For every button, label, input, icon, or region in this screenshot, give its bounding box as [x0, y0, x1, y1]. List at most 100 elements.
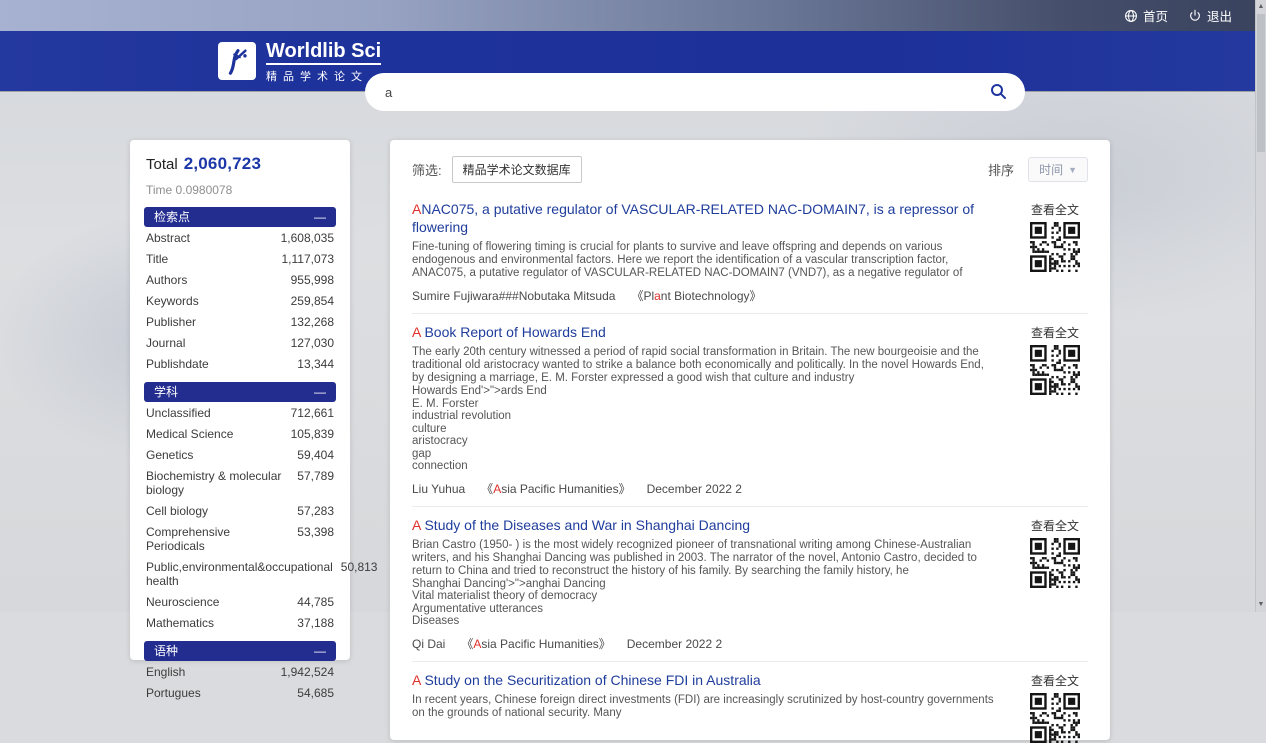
database-filter-chip[interactable]: 精品学术论文数据库: [452, 156, 582, 183]
text-segment: December 2022 2: [627, 637, 722, 651]
total-value: 2,060,723: [184, 154, 261, 173]
fulltext-box: 查看全文: [1024, 517, 1086, 588]
result-extra-lines: Howards End'>">ards EndE. M. Forsterindu…: [412, 385, 998, 473]
facet-section-header[interactable]: 语种 —: [144, 641, 336, 661]
result-keyword-line: Vital materialist theory of democracy: [412, 590, 998, 603]
brand-subtitle: 精品学术论文: [266, 68, 381, 84]
facet-section-header[interactable]: 检索点 —: [144, 207, 336, 227]
result-title[interactable]: A Book Report of Howards End: [412, 323, 998, 341]
facet-row[interactable]: Keywords 259,854: [144, 290, 336, 311]
facet-row[interactable]: English 1,942,524: [144, 661, 336, 682]
section-title: 学科: [154, 382, 178, 402]
result-snippet: In recent years, Chinese foreign direct …: [412, 694, 998, 720]
facet-label: Public,environmental&occupational health: [146, 560, 333, 588]
text-segment: Sumire Fujiwara###Nobutaka Mitsuda: [412, 289, 615, 303]
facet-label: Abstract: [146, 231, 190, 245]
brand-logo-icon: [218, 42, 256, 80]
highlighted-term: a: [654, 289, 661, 303]
result-meta: Qi Dai《Asia Pacific Humanities》December …: [412, 635, 998, 652]
sort-value: 时间: [1039, 161, 1063, 178]
brand-text: Worldlib Sci 精品学术论文: [266, 40, 381, 84]
result-snippet: Brian Castro (1950- ) is the most widely…: [412, 539, 998, 578]
scrollbar-thumb[interactable]: [1257, 14, 1265, 152]
facet-row[interactable]: Publishdate 13,344: [144, 353, 336, 374]
navbar: Worldlib Sci 精品学术论文: [0, 31, 1256, 91]
result-title[interactable]: A Study on the Securitization of Chinese…: [412, 671, 998, 689]
facet-label: Neuroscience: [146, 595, 219, 609]
fulltext-box: 查看全文: [1024, 201, 1086, 272]
search-input[interactable]: [365, 73, 1025, 111]
text-segment: nt Biotechnology》: [661, 289, 762, 303]
result-title[interactable]: ANAC075, a putative regulator of VASCULA…: [412, 200, 998, 236]
scroll-up-arrow[interactable]: ▲: [1256, 1, 1266, 13]
view-fulltext-link[interactable]: 查看全文: [1024, 324, 1086, 341]
brand[interactable]: Worldlib Sci 精品学术论文: [218, 40, 381, 84]
search-box: [365, 73, 1025, 111]
facet-row[interactable]: Public,environmental&occupational health…: [144, 556, 336, 591]
facet-row[interactable]: Neuroscience 44,785: [144, 591, 336, 612]
facet-row[interactable]: Abstract 1,608,035: [144, 227, 336, 248]
vertical-scrollbar[interactable]: ▲ ▼: [1255, 0, 1266, 612]
sort-dropdown[interactable]: 时间 ▼: [1028, 157, 1088, 182]
facet-count: 54,685: [297, 686, 334, 700]
result-extra-lines: Shanghai Dancing'>">anghai DancingVital …: [412, 578, 998, 628]
meta-group: 《Plant Biotechnology》: [631, 289, 761, 303]
facet-count: 37,188: [297, 616, 334, 630]
facet-label: English: [146, 665, 185, 679]
facet-row[interactable]: Genetics 59,404: [144, 444, 336, 465]
facet-count: 132,268: [291, 315, 334, 329]
result-meta: Sumire Fujiwara###Nobutaka Mitsuda 《Plant…: [412, 287, 998, 304]
scroll-down-arrow[interactable]: ▼: [1256, 599, 1266, 611]
facet-section-header[interactable]: 学科 —: [144, 382, 336, 402]
collapse-minus-icon[interactable]: —: [314, 382, 326, 402]
search-time: Time 0.0980078: [146, 183, 336, 197]
result-item: A Study of the Diseases and War in Shang…: [412, 506, 1088, 661]
facet-label: Medical Science: [146, 427, 233, 441]
facet-row[interactable]: Comprehensive Periodicals 53,398: [144, 521, 336, 556]
facet-row[interactable]: Authors 955,998: [144, 269, 336, 290]
facet-count: 105,839: [291, 427, 334, 441]
home-label: 首页: [1143, 6, 1168, 25]
facet-row[interactable]: Biochemistry & molecular biology 57,789: [144, 465, 336, 500]
facet-row[interactable]: Publisher 132,268: [144, 311, 336, 332]
facet-row[interactable]: Unclassified 712,661: [144, 402, 336, 423]
result-item: A Study on the Securitization of Chinese…: [412, 661, 1088, 729]
facet-label: Keywords: [146, 294, 199, 308]
facet-row[interactable]: Title 1,117,073: [144, 248, 336, 269]
logout-link[interactable]: 退出: [1188, 6, 1232, 25]
chevron-down-icon: ▼: [1068, 165, 1077, 175]
home-link[interactable]: 首页: [1124, 6, 1168, 25]
collapse-minus-icon[interactable]: —: [314, 207, 326, 227]
section-rows: English 1,942,524 Portugues 54,685: [144, 661, 336, 703]
result-keyword-line: Argumentative utterances: [412, 603, 998, 616]
text-segment: Study on the Securitization of Chinese F…: [421, 672, 761, 688]
qr-code: [1030, 222, 1080, 272]
view-fulltext-link[interactable]: 查看全文: [1024, 672, 1086, 689]
collapse-minus-icon[interactable]: —: [314, 641, 326, 661]
view-fulltext-link[interactable]: 查看全文: [1024, 517, 1086, 534]
facet-count: 955,998: [291, 273, 334, 287]
view-fulltext-link[interactable]: 查看全文: [1024, 201, 1086, 218]
result-keyword-line: Shanghai Dancing'>">anghai Dancing: [412, 578, 998, 591]
facet-row[interactable]: Cell biology 57,283: [144, 500, 336, 521]
facet-count: 1,608,035: [281, 231, 334, 245]
facet-row[interactable]: Journal 127,030: [144, 332, 336, 353]
facet-row[interactable]: Portugues 54,685: [144, 682, 336, 703]
logout-icon: [1188, 9, 1202, 23]
facet-label: Comprehensive Periodicals: [146, 525, 289, 553]
facet-row[interactable]: Mathematics 37,188: [144, 612, 336, 633]
facet-label: Genetics: [146, 448, 193, 462]
facet-section: 检索点 — Abstract 1,608,035 Title 1,117,073…: [144, 207, 336, 374]
result-title[interactable]: A Study of the Diseases and War in Shang…: [412, 516, 998, 534]
result-keyword-line: culture: [412, 423, 998, 436]
facet-count: 57,283: [297, 504, 334, 518]
result-meta: Liu Yuhua《Asia Pacific Humanities》Decemb…: [412, 480, 998, 497]
result-snippet: Fine-tuning of flowering timing is cruci…: [412, 241, 998, 280]
meta-group: December 2022 2: [627, 637, 722, 651]
text-segment: 《: [461, 637, 473, 651]
filter-label: 筛选:: [412, 160, 442, 179]
filter-row: 筛选: 精品学术论文数据库 排序 时间 ▼: [412, 156, 1088, 183]
facet-row[interactable]: Medical Science 105,839: [144, 423, 336, 444]
search-icon[interactable]: [990, 83, 1007, 105]
facet-label: Unclassified: [146, 406, 211, 420]
